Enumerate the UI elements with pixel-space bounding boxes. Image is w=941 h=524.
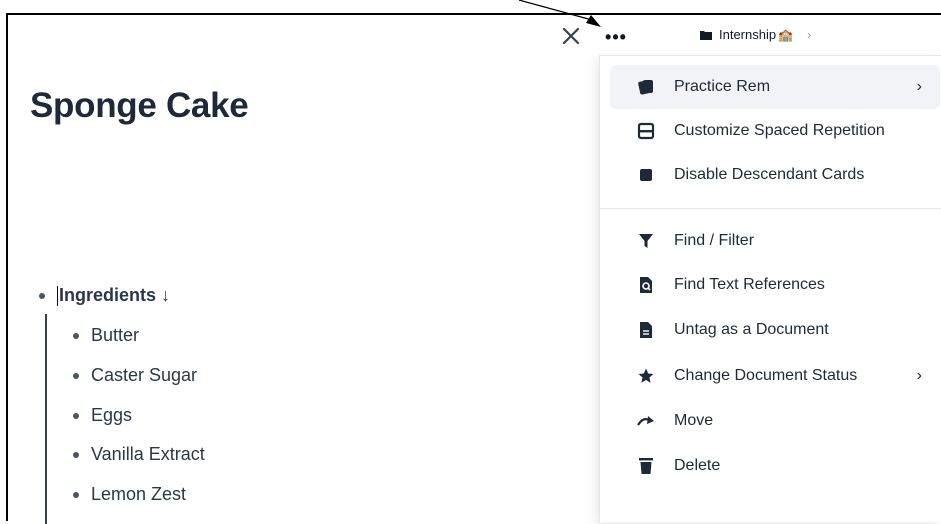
chevron-right-icon: › (916, 78, 922, 95)
inbox-icon (636, 121, 656, 141)
trash-icon (636, 456, 656, 476)
menu-item-label: Delete (674, 457, 721, 474)
page-title: Sponge Cake (30, 86, 249, 125)
close-icon (562, 27, 580, 45)
list-item[interactable]: Vanilla Extract (73, 444, 205, 465)
list-item-parent[interactable]: Ingredients ↓ (39, 285, 170, 306)
bullet-icon (73, 332, 79, 339)
menu-item-disable-descendant-cards[interactable]: Disable Descendant Cards (610, 153, 940, 197)
star-icon (636, 366, 656, 386)
bullet-icon (73, 451, 79, 458)
menu-divider (600, 208, 941, 209)
menu-item-find-filter[interactable]: Find / Filter (610, 219, 940, 263)
cards-icon (636, 77, 656, 97)
menu-item-label: Move (674, 412, 714, 429)
close-button[interactable] (560, 25, 582, 47)
menu-item-customize-spaced-repetition[interactable]: Customize Spaced Repetition (610, 109, 940, 153)
bullet-icon (73, 491, 79, 498)
menu-item-label: Change Document Status (674, 367, 858, 384)
indent-guide (45, 314, 47, 524)
file-search-icon (636, 275, 656, 295)
list-item[interactable]: Caster Sugar (73, 365, 197, 386)
chevron-right-icon: › (916, 367, 922, 384)
breadcrumb[interactable]: Internship 🏫 › (700, 27, 811, 42)
chevron-right-icon: › (807, 27, 812, 42)
move-arrow-icon (636, 411, 656, 431)
bullet-icon (73, 372, 79, 379)
menu-item-label: Disable Descendant Cards (674, 166, 865, 183)
menu-item-label: Practice Rem (674, 78, 771, 95)
more-options-icon: ••• (605, 26, 627, 47)
breadcrumb-label: Internship (719, 27, 777, 42)
list-item[interactable]: Eggs (73, 405, 132, 426)
bullet-icon (39, 292, 45, 299)
filter-icon (636, 231, 656, 251)
menu-item-find-text-references[interactable]: Find Text References (610, 263, 940, 307)
square-icon (636, 165, 656, 185)
school-emoji-icon: 🏫 (778, 27, 794, 42)
list-item-label: Lemon Zest (91, 484, 187, 504)
menu-item-delete[interactable]: Delete (610, 444, 940, 488)
list-item-label: Ingredients ↓ (59, 285, 171, 305)
menu-item-practice-rem[interactable]: Practice Rem › (610, 65, 940, 109)
menu-item-label: Find / Filter (674, 232, 755, 249)
document-icon (636, 320, 656, 340)
list-item[interactable]: Lemon Zest (73, 484, 186, 505)
menu-item-untag-document[interactable]: Untag as a Document (610, 308, 940, 352)
list-item-label: Caster Sugar (91, 365, 198, 385)
menu-item-label: Customize Spaced Repetition (674, 122, 885, 139)
menu-item-label: Untag as a Document (674, 321, 829, 338)
bullet-icon (73, 412, 79, 419)
context-menu: Practice Rem › Customize Spaced Repetiti… (599, 55, 941, 522)
more-options-button[interactable]: ••• (602, 26, 630, 47)
list-item-label: Eggs (91, 405, 133, 425)
folder-icon (700, 30, 712, 40)
text-cursor (57, 285, 58, 306)
menu-item-change-document-status[interactable]: Change Document Status › (610, 354, 940, 398)
menu-item-label: Find Text References (674, 276, 825, 293)
menu-item-move[interactable]: Move (610, 399, 940, 443)
list-item-label: Butter (91, 325, 140, 345)
list-item-label: Vanilla Extract (91, 444, 205, 464)
list-item[interactable]: Butter (73, 325, 139, 346)
